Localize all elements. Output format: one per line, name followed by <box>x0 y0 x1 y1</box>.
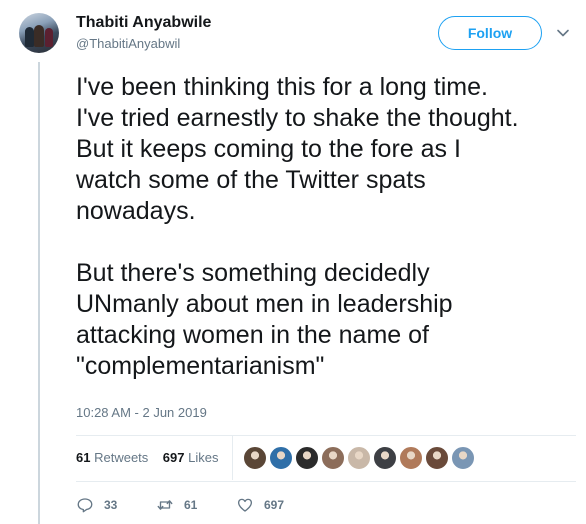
thread-line <box>38 62 40 524</box>
stats-separator <box>232 436 233 480</box>
chevron-down-icon[interactable] <box>556 26 570 40</box>
likes-label: Likes <box>188 450 219 465</box>
reply-count: 33 <box>104 498 118 512</box>
liker-avatar[interactable] <box>347 446 371 470</box>
avatar-figure <box>25 27 34 47</box>
like-action[interactable]: 697 <box>236 496 284 514</box>
tweet-text: I've been thinking this for a long time.… <box>76 73 519 380</box>
avatar[interactable] <box>19 13 59 53</box>
divider <box>76 481 576 482</box>
reply-action[interactable]: 33 <box>76 496 117 514</box>
avatar-figure <box>45 28 53 47</box>
retweet-icon <box>157 500 173 510</box>
liker-avatar[interactable] <box>425 446 449 470</box>
user-name[interactable]: Thabiti Anyabwile <box>76 14 211 32</box>
tweet-stats: 61 Retweets 697 Likes <box>76 450 218 465</box>
follow-button[interactable]: Follow <box>438 16 542 50</box>
reply-icon <box>77 498 93 513</box>
likes-stat[interactable]: 697 Likes <box>163 450 219 465</box>
tweet-timestamp[interactable]: 10:28 AM - 2 Jun 2019 <box>76 405 207 420</box>
user-handle[interactable]: @ThabitiAnyabwil <box>76 36 180 51</box>
retweet-count: 61 <box>184 498 198 512</box>
retweet-action[interactable]: 61 <box>156 496 197 514</box>
liker-avatar[interactable] <box>321 446 345 470</box>
retweets-label: Retweets <box>94 450 149 465</box>
like-count: 697 <box>264 498 285 512</box>
liker-avatar[interactable] <box>373 446 397 470</box>
liker-avatar[interactable] <box>243 446 267 470</box>
divider <box>76 435 576 436</box>
liker-avatar[interactable] <box>295 446 319 470</box>
retweets-count: 61 <box>76 450 91 465</box>
liker-avatar[interactable] <box>399 446 423 470</box>
liker-avatar[interactable] <box>269 446 293 470</box>
avatar-figure <box>34 25 44 47</box>
heart-icon <box>237 498 253 512</box>
likes-count: 697 <box>162 450 185 465</box>
liker-avatar[interactable] <box>451 446 475 470</box>
retweets-stat[interactable]: 61 Retweets <box>76 450 152 465</box>
